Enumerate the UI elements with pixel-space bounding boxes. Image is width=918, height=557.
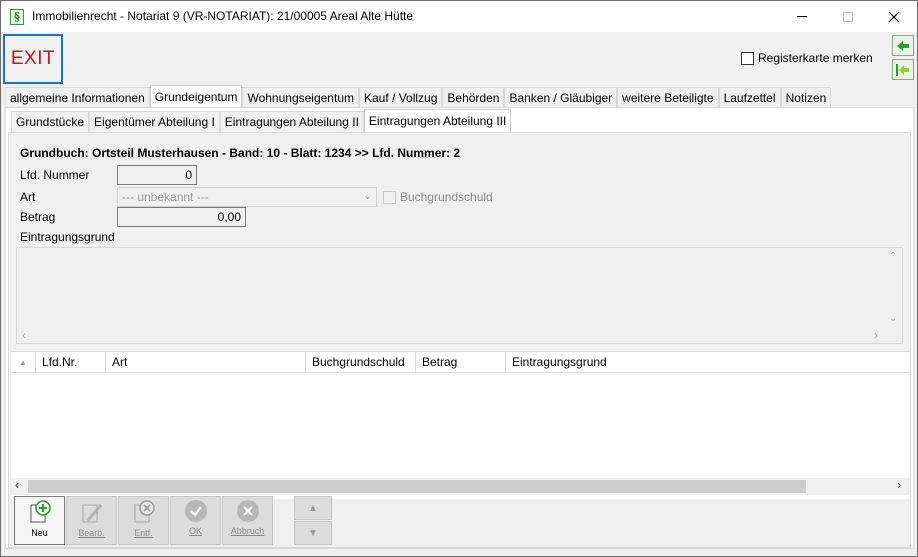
betrag-field[interactable]: 0,00 xyxy=(117,207,246,227)
lfd-nummer-label: Lfd. Nummer xyxy=(20,168,90,182)
tab-eigentuemer-abteilung-1[interactable]: Eigentümer Abteilung I xyxy=(89,111,220,132)
scroll-down-icon[interactable]: ⌄ xyxy=(889,314,897,324)
scrollbar-thumb[interactable] xyxy=(28,480,806,493)
edit-record-button[interactable]: Bearb. xyxy=(66,496,117,545)
eintragungen-table: ▲ Lfd.Nr. Art Buchgrundschuld Betrag Ein… xyxy=(11,351,910,499)
application-window: § Immobilienrecht - Notariat 9 (VR-NOTAR… xyxy=(0,0,918,557)
main-toolbar: EXIT Registerkarte merken xyxy=(1,32,917,87)
maximize-button[interactable] xyxy=(825,1,871,32)
buchgrundschuld-checkbox[interactable] xyxy=(383,190,396,204)
buchgrundschuld-option[interactable]: Buchgrundschuld xyxy=(383,190,493,204)
betrag-label: Betrag xyxy=(20,210,56,224)
new-record-label: Neu xyxy=(31,528,48,538)
main-tab-strip: allgemeine Informationen Grundeigentum W… xyxy=(5,85,832,108)
scroll-left-icon[interactable]: ‹ xyxy=(22,329,26,341)
delete-record-button[interactable]: Entf. xyxy=(118,496,169,545)
exit-button[interactable]: EXIT xyxy=(3,34,63,84)
minimize-button[interactable] xyxy=(779,1,825,32)
cancel-x-icon xyxy=(236,500,259,522)
scroll-right-icon[interactable]: › xyxy=(874,329,878,341)
tab-weitere-beteiligte[interactable]: weitere Beteiligte xyxy=(617,87,719,108)
maximize-icon xyxy=(843,11,853,22)
art-select-value: --- unbekannt --- xyxy=(122,190,209,204)
tab-eintragungen-abteilung-2[interactable]: Eintragungen Abteilung II xyxy=(219,111,364,132)
checkmark-icon xyxy=(184,500,207,522)
tab-grundstuecke[interactable]: Grundstücke xyxy=(11,111,90,132)
delete-record-label: Entf. xyxy=(134,528,153,538)
cancel-label: Abbruch xyxy=(230,526,265,536)
chevron-down-icon: ⌄ xyxy=(363,191,372,202)
edit-record-label: Bearb. xyxy=(78,528,105,538)
tab-allgemeine-informationen[interactable]: allgemeine Informationen xyxy=(5,87,150,108)
record-action-bar: Neu Bearb. Entf. OK Abbruch ▲ ▼ xyxy=(14,496,332,546)
lfd-nummer-field[interactable]: 0 xyxy=(117,165,197,185)
arrow-to-start-icon xyxy=(896,63,909,76)
cancel-button[interactable]: Abbruch xyxy=(222,496,273,545)
scroll-left-icon[interactable]: ‹ xyxy=(15,478,19,491)
tab-notizen[interactable]: Notizen xyxy=(780,87,832,108)
close-window-button[interactable] xyxy=(871,1,917,32)
back-arrow-button[interactable] xyxy=(892,35,914,56)
eintragungen-abteilung-3-panel: Grundbuch: Ortsteil Musterhausen - Band:… xyxy=(8,132,911,548)
new-document-plus-icon xyxy=(30,500,51,523)
buchgrundschuld-label: Buchgrundschuld xyxy=(400,190,493,204)
art-select[interactable]: --- unbekannt --- ⌄ xyxy=(117,187,377,207)
arrow-left-icon xyxy=(897,40,909,51)
tab-grundeigentum[interactable]: Grundeigentum xyxy=(149,85,243,107)
scroll-right-icon[interactable]: › xyxy=(897,478,901,491)
table-header: ▲ Lfd.Nr. Art Buchgrundschuld Betrag Ein… xyxy=(11,352,910,373)
minimize-icon xyxy=(797,16,807,17)
remember-tab-option[interactable]: Registerkarte merken xyxy=(741,51,873,65)
ok-label: OK xyxy=(188,526,202,536)
remember-tab-checkbox[interactable] xyxy=(741,51,754,65)
app-logo-icon: § xyxy=(10,9,24,25)
grundbuch-heading: Grundbuch: Ortsteil Musterhausen - Band:… xyxy=(20,146,461,160)
table-horizontal-scrollbar[interactable]: ‹ › xyxy=(11,478,910,495)
close-icon xyxy=(888,11,900,22)
title-bar: § Immobilienrecht - Notariat 9 (VR-NOTAR… xyxy=(1,1,917,32)
eintragungsgrund-textarea[interactable]: ⌃ ⌄ ‹ › xyxy=(16,247,903,344)
art-label: Art xyxy=(20,190,36,204)
tab-kauf-vollzug[interactable]: Kauf / Vollzug xyxy=(359,87,443,108)
textarea-horizontal-scrollbar[interactable]: ‹ › xyxy=(17,328,886,343)
column-header-eintragungsgrund[interactable]: Eintragungsgrund xyxy=(506,352,910,373)
move-down-button[interactable]: ▼ xyxy=(294,521,332,545)
sub-tab-strip: Grundstücke Eigentümer Abteilung I Eintr… xyxy=(11,109,512,133)
tab-banken-glaeubiger[interactable]: Banken / Gläubiger xyxy=(504,87,618,108)
ok-button[interactable]: OK xyxy=(170,496,221,545)
move-up-button[interactable]: ▲ xyxy=(294,496,332,520)
column-header-lfd-nr[interactable]: Lfd.Nr. xyxy=(36,352,106,373)
triangle-down-icon: ▼ xyxy=(308,527,318,539)
tab-wohnungseigentum[interactable]: Wohnungseigentum xyxy=(242,87,359,108)
triangle-up-icon: ▲ xyxy=(308,502,318,514)
column-header-art[interactable]: Art xyxy=(106,352,306,373)
tab-laufzettel[interactable]: Laufzettel xyxy=(718,87,781,108)
tab-behoerden[interactable]: Behörden xyxy=(442,87,505,108)
new-record-button[interactable]: Neu xyxy=(14,496,65,545)
grundeigentum-panel: Grundstücke Eigentümer Abteilung I Eintr… xyxy=(5,107,914,549)
tab-eintragungen-abteilung-3[interactable]: Eintragungen Abteilung III xyxy=(363,109,512,133)
textarea-vertical-scrollbar[interactable]: ⌃ ⌄ xyxy=(885,248,902,329)
first-arrow-button[interactable] xyxy=(892,59,914,80)
delete-document-icon xyxy=(134,500,155,523)
sort-indicator-icon[interactable]: ▲ xyxy=(11,352,36,373)
column-header-betrag[interactable]: Betrag xyxy=(416,352,506,373)
column-header-buchgrundschuld[interactable]: Buchgrundschuld xyxy=(306,352,416,373)
remember-tab-label: Registerkarte merken xyxy=(758,51,873,65)
window-title: Immobilienrecht - Notariat 9 (VR-NOTARIA… xyxy=(32,9,414,23)
scroll-up-icon[interactable]: ⌃ xyxy=(889,252,897,262)
eintragungsgrund-label: Eintragungsgrund xyxy=(20,230,115,244)
move-buttons: ▲ ▼ xyxy=(294,496,332,546)
edit-pencil-icon xyxy=(82,504,102,523)
